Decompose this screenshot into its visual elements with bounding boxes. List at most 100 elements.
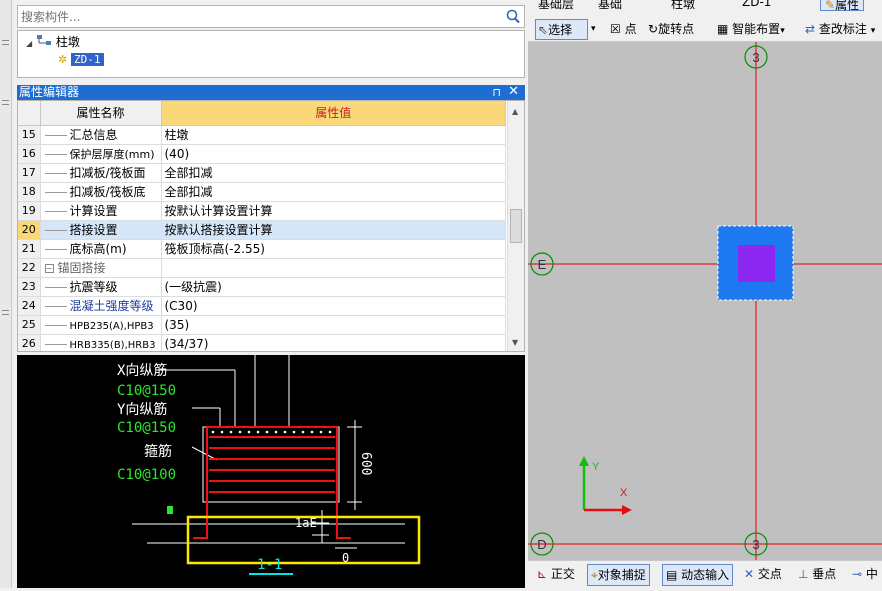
x-rebar-label: X向纵筋 [117, 362, 167, 379]
floor-select[interactable]: 基础层 [538, 0, 574, 11]
search-input[interactable] [21, 8, 491, 25]
smart-layout-button[interactable]: ▦ 智能布置▾ [715, 19, 785, 40]
dimension-600: 600 [358, 452, 373, 475]
dynamic-input-button[interactable]: ▤ 动态输入 [662, 564, 734, 586]
row-value[interactable]: (40) [161, 144, 506, 164]
perpendicular-button[interactable]: ⊥ 垂点 [798, 564, 836, 586]
row-name: 混凝土强度等级 [69, 299, 154, 313]
row-name-cell: 混凝土强度等级 [40, 296, 162, 316]
stirrup-label: 箍筋 [144, 443, 172, 460]
point-icon: ☒ [610, 22, 621, 36]
row-value[interactable]: (35) [161, 315, 506, 335]
axis-label-e: E [538, 257, 547, 272]
drawing-canvas[interactable]: 3 E D 3 Y X [528, 42, 882, 560]
main-toolbar: ⇖选择 ▾ ☒ 点 ↻旋转点 ▦ 智能布置▾ ⇄ 查改标注 ▾ [528, 17, 882, 42]
attribute-button[interactable]: ✎属性 [820, 0, 865, 12]
row-value[interactable]: (34/37) [161, 334, 506, 351]
tree-node-zd1[interactable]: ✲ ZD-1 [58, 51, 104, 68]
object-snap-button[interactable]: ⌖对象捕捉 [587, 564, 650, 586]
row-index: 15 [18, 125, 41, 145]
tree-node-root[interactable]: ◢ 柱墩 [26, 34, 80, 51]
row-value[interactable]: (C30) [161, 296, 506, 316]
header-corner [18, 101, 41, 126]
table-row[interactable]: 16 保护层厚度(mm) (40) [18, 144, 506, 164]
close-icon[interactable]: ✕ [508, 84, 519, 99]
collapse-icon[interactable]: − [44, 264, 54, 273]
scroll-thumb[interactable] [510, 209, 522, 243]
row-index: 21 [18, 239, 41, 259]
table-row[interactable]: 21 底标高(m) 筏板顶标高(-2.55) [18, 239, 506, 259]
cursor-icon: ⇖ [538, 23, 549, 37]
row-value[interactable]: 柱墩 [161, 125, 506, 145]
perpendicular-label: 垂点 [812, 567, 837, 581]
row-value [161, 258, 506, 278]
ortho-button[interactable]: ⊾ 正交 [537, 564, 575, 586]
row-value[interactable]: 全部扣减 [161, 182, 506, 202]
x-rebar-spec: C10@150 [117, 383, 176, 399]
row-index: 24 [18, 296, 41, 316]
row-value[interactable]: 按默认计算设置计算 [161, 201, 506, 221]
row-value[interactable]: 按默认搭接设置计算 [161, 220, 506, 240]
scroll-down-icon[interactable]: ▼ [512, 338, 518, 347]
select-button[interactable]: ⇖选择 [535, 19, 588, 40]
table-row[interactable]: 26 HRB335(B),HRB3 (34/37) [18, 334, 506, 351]
y-rebar-label: Y向纵筋 [117, 401, 167, 418]
row-name-cell: 汇总信息 [40, 125, 162, 145]
row-name: 扣减板/筏板面 [69, 166, 146, 180]
row-index: 23 [18, 277, 41, 297]
table-row[interactable]: 19 计算设置 按默认计算设置计算 [18, 201, 506, 221]
scroll-up-icon[interactable]: ▲ [512, 107, 518, 116]
midpoint-button[interactable]: ⊸ 中 [852, 564, 878, 586]
row-name-cell: 保护层厚度(mm) [40, 144, 162, 164]
y-rebar-spec: C10@150 [117, 420, 176, 436]
row-name: 底标高(m) [69, 242, 127, 256]
tree-root-label: 柱墩 [55, 35, 80, 49]
table-row[interactable]: 23 抗震等级 (一级抗震) [18, 277, 506, 297]
chevron-down-icon: ▾ [780, 26, 785, 36]
table-row[interactable]: 18 扣减板/筏板底 全部扣减 [18, 182, 506, 202]
intersection-button[interactable]: ✕ 交点 [744, 564, 782, 586]
table-row-selected[interactable]: 20 搭接设置 按默认搭接设置计算 [18, 220, 506, 240]
row-value[interactable]: (一级抗震) [161, 277, 506, 297]
section-drawing-svg: X向纵筋 C10@150 Y向纵筋 C10@150 箍筋 C10@100 600… [117, 355, 421, 575]
search-box [17, 5, 525, 28]
row-value[interactable]: 筏板顶标高(-2.55) [161, 239, 506, 259]
expand-arrow-icon[interactable]: ◢ [26, 39, 32, 48]
rotate-icon: ↻ [648, 22, 659, 36]
axis-label-d: D [537, 537, 546, 552]
select-dropdown-icon[interactable]: ▾ [589, 19, 596, 40]
folder-tree-icon [36, 35, 52, 49]
row-index: 17 [18, 163, 41, 183]
rotate-point-button[interactable]: ↻旋转点 [646, 19, 694, 40]
table-row[interactable]: 17 扣减板/筏板面 全部扣减 [18, 163, 506, 183]
rotate-point-label: 旋转点 [658, 22, 695, 36]
row-name-cell: 扣减板/筏板面 [40, 163, 162, 183]
row-name: 扣减板/筏板底 [69, 185, 146, 199]
column-cap-inner[interactable] [738, 245, 775, 282]
canvas-svg: 3 E D 3 Y X [528, 42, 882, 560]
table-row[interactable]: 15 汇总信息 柱墩 [18, 125, 506, 145]
row-name-cell: 搭接设置 [40, 220, 162, 240]
row-index: 19 [18, 201, 41, 221]
table-row[interactable]: 25 HPB235(A),HPB3 (35) [18, 315, 506, 335]
component-select[interactable]: 柱墩 [671, 0, 695, 11]
lae-label: 1aE [295, 516, 317, 530]
row-name: 汇总信息 [69, 128, 118, 142]
row-name-cell: HPB235(A),HPB3 [40, 315, 162, 335]
row-name-cell: HRB335(B),HRB3 [40, 334, 162, 351]
ortho-icon: ⊾ [537, 567, 548, 581]
table-row-group[interactable]: 22 − 锚固搭接 [18, 258, 506, 278]
check-annotation-button[interactable]: ⇄ 查改标注 ▾ [803, 19, 875, 40]
property-editor-title: 属性编辑器 [19, 85, 80, 99]
row-value[interactable]: 全部扣减 [161, 163, 506, 183]
table-row[interactable]: 24 混凝土强度等级 (C30) [18, 296, 506, 316]
axis-label-3-bottom: 3 [752, 537, 759, 552]
pin-icon[interactable]: ⊓ [492, 85, 501, 100]
name-select[interactable]: ZD-1 [742, 0, 771, 11]
point-button[interactable]: ☒ 点 [608, 19, 637, 40]
section-label: 1-1 [257, 557, 282, 573]
row-index: 16 [18, 144, 41, 164]
search-icon[interactable] [504, 8, 522, 25]
type-select[interactable]: 基础 [598, 0, 622, 11]
grid-scrollbar[interactable]: ▲ ▼ [507, 101, 524, 351]
